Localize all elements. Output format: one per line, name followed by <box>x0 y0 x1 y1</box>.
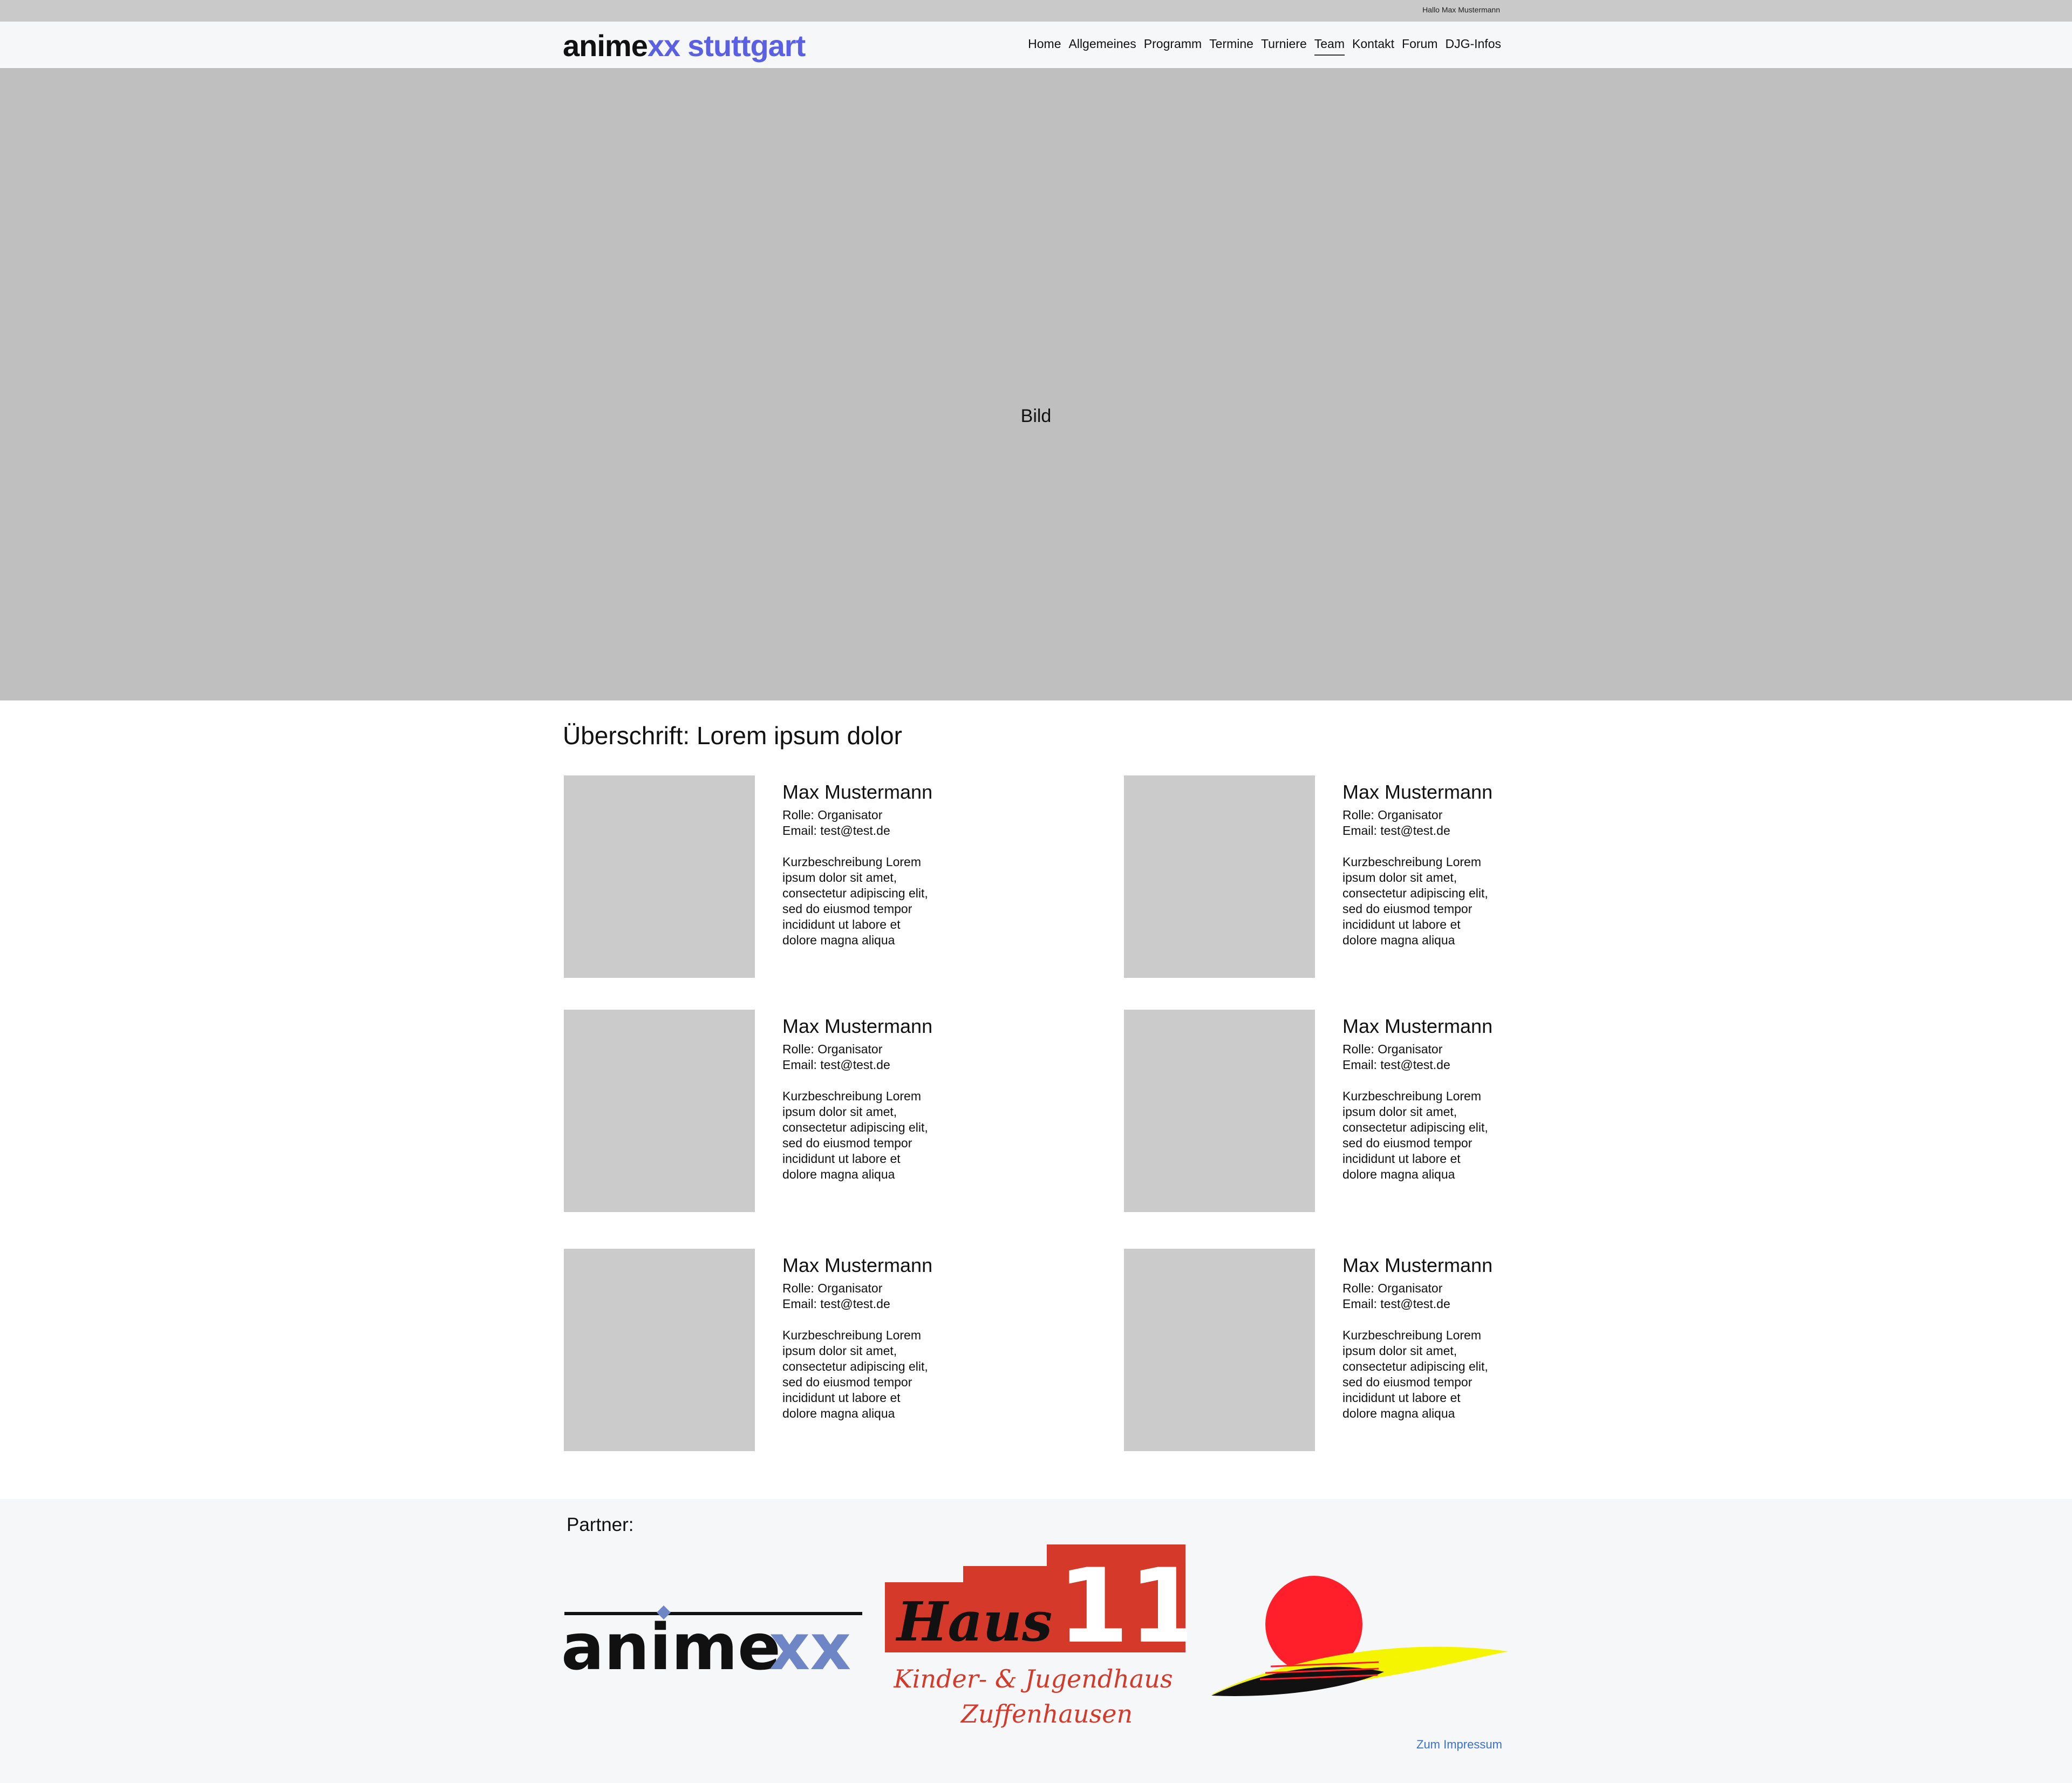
sun-logo-graphic <box>1211 1576 1508 1696</box>
nav-item-forum[interactable]: Forum <box>1402 37 1437 56</box>
impressum-link[interactable]: Zum Impressum <box>1416 1738 1502 1752</box>
member-role: Rolle: Organisator <box>1342 808 1443 822</box>
member-desc-line: dolore magna aliqua <box>1342 1167 1455 1181</box>
member-desc-line: sed do eiusmod tempor <box>1342 902 1473 916</box>
member-desc-line: Kurzbeschreibung Lorem <box>1342 855 1481 869</box>
member-desc-line: incididunt ut labore et <box>782 917 901 931</box>
member-photo-placeholder <box>1124 1010 1315 1212</box>
partner-logo-sun[interactable] <box>1206 1576 1508 1705</box>
nav-item-djg-infos[interactable]: DJG-Infos <box>1445 37 1501 56</box>
member-desc-line: Kurzbeschreibung Lorem <box>1342 1328 1481 1342</box>
page-heading: Überschrift: Lorem ipsum dolor <box>563 722 902 750</box>
animexx-logo-text: anime <box>561 1610 781 1681</box>
member-role: Rolle: Organisator <box>1342 1281 1443 1295</box>
nav-item-home[interactable]: Home <box>1028 37 1061 56</box>
member-card: Max Mustermann Rolle: Organisator Email:… <box>782 1254 950 1421</box>
member-name: Max Mustermann <box>782 1015 933 1037</box>
logo-text-city: stuttgart <box>687 29 806 63</box>
partner-label: Partner: <box>567 1514 634 1535</box>
member-desc-line: ipsum dolor sit amet, <box>782 1105 897 1119</box>
member-email: Email: test@test.de <box>782 1297 890 1311</box>
member-desc-line: consectetur adipiscing elit, <box>1342 1359 1488 1373</box>
animexx-logo-xx: xx <box>769 1610 851 1681</box>
member-role: Rolle: Organisator <box>782 808 883 822</box>
hero-image-placeholder: Bild <box>0 68 2072 700</box>
member-desc-line: sed do eiusmod tempor <box>782 1136 912 1150</box>
member-name: Max Mustermann <box>1342 781 1493 803</box>
member-desc-line: Kurzbeschreibung Lorem <box>782 855 921 869</box>
member-card: Max Mustermann Rolle: Organisator Email:… <box>782 780 950 948</box>
member-desc-line: sed do eiusmod tempor <box>782 1375 912 1389</box>
member-name: Max Mustermann <box>1342 1015 1493 1037</box>
user-greeting: Hallo Max Mustermann <box>1422 5 1500 14</box>
member-photo-placeholder <box>564 775 755 978</box>
nav-item-turniere[interactable]: Turniere <box>1261 37 1307 56</box>
haus11-number: 11 <box>1058 1547 1187 1666</box>
hero-label: Bild <box>1020 406 1052 426</box>
member-desc-line: sed do eiusmod tempor <box>1342 1136 1473 1150</box>
member-desc-line: dolore magna aliqua <box>782 1167 895 1181</box>
member-name: Max Mustermann <box>782 781 933 803</box>
member-desc-line: consectetur adipiscing elit, <box>782 1359 928 1373</box>
member-desc-line: incididunt ut labore et <box>782 1152 901 1166</box>
site-logo[interactable]: animexx stuttgart <box>563 28 806 63</box>
member-photo-placeholder <box>1124 775 1315 978</box>
nav-item-team[interactable]: Team <box>1314 37 1345 56</box>
animexx-logo-graphic: anime xx <box>561 1605 862 1684</box>
top-bar: Hallo Max Mustermann <box>0 0 2072 22</box>
logo-text-xx: xx <box>647 29 680 63</box>
member-desc-line: Kurzbeschreibung Lorem <box>782 1089 921 1103</box>
member-email: Email: test@test.de <box>782 824 890 838</box>
member-desc-line: incididunt ut labore et <box>1342 917 1461 931</box>
member-desc-line: dolore magna aliqua <box>1342 1406 1455 1420</box>
member-desc-line: consectetur adipiscing elit, <box>782 886 928 900</box>
member-desc-line: Kurzbeschreibung Lorem <box>782 1328 921 1342</box>
member-desc-line: consectetur adipiscing elit, <box>1342 886 1488 900</box>
member-photo-placeholder <box>1124 1249 1315 1451</box>
member-desc-line: ipsum dolor sit amet, <box>1342 870 1457 884</box>
member-desc-line: sed do eiusmod tempor <box>1342 1375 1473 1389</box>
member-card: Max Mustermann Rolle: Organisator Email:… <box>1342 780 1510 948</box>
member-photo-placeholder <box>564 1010 755 1212</box>
member-desc-line: ipsum dolor sit amet, <box>1342 1344 1457 1358</box>
member-role: Rolle: Organisator <box>782 1281 883 1295</box>
partner-logo-animexx[interactable]: anime xx <box>561 1605 863 1684</box>
member-desc-line: dolore magna aliqua <box>1342 933 1455 947</box>
haus11-logo-graphic: Haus 11 Kinder- & Jugendhaus Zuffenhause… <box>885 1544 1200 1728</box>
member-desc-line: incididunt ut labore et <box>1342 1391 1461 1405</box>
nav-item-kontakt[interactable]: Kontakt <box>1352 37 1394 56</box>
member-email: Email: test@test.de <box>782 1058 890 1072</box>
member-card: Max Mustermann Rolle: Organisator Email:… <box>782 1015 950 1182</box>
nav-item-termine[interactable]: Termine <box>1209 37 1253 56</box>
member-desc-line: ipsum dolor sit amet, <box>782 870 897 884</box>
main-nav: Home Allgemeines Programm Termine Turnie… <box>1028 37 1501 56</box>
haus11-line1: Kinder- & Jugendhaus <box>893 1664 1173 1693</box>
member-name: Max Mustermann <box>782 1254 933 1276</box>
member-desc-line: ipsum dolor sit amet, <box>1342 1105 1457 1119</box>
member-desc-line: consectetur adipiscing elit, <box>1342 1120 1488 1134</box>
member-desc-line: consectetur adipiscing elit, <box>782 1120 928 1134</box>
member-desc-line: sed do eiusmod tempor <box>782 902 912 916</box>
member-desc-line: dolore magna aliqua <box>782 1406 895 1420</box>
member-desc-line: dolore magna aliqua <box>782 933 895 947</box>
member-desc-line: incididunt ut labore et <box>782 1391 901 1405</box>
member-photo-placeholder <box>564 1249 755 1451</box>
member-email: Email: test@test.de <box>1342 1297 1450 1311</box>
member-desc-line: ipsum dolor sit amet, <box>782 1344 897 1358</box>
member-desc-line: Kurzbeschreibung Lorem <box>1342 1089 1481 1103</box>
member-desc-line: incididunt ut labore et <box>1342 1152 1461 1166</box>
partner-logo-haus11[interactable]: Haus 11 Kinder- & Jugendhaus Zuffenhause… <box>885 1544 1200 1736</box>
haus11-line2: Zuffenhausen <box>960 1699 1133 1728</box>
member-email: Email: test@test.de <box>1342 824 1450 838</box>
member-role: Rolle: Organisator <box>1342 1042 1443 1056</box>
nav-item-programm[interactable]: Programm <box>1144 37 1202 56</box>
logo-text-anime: anime <box>563 29 648 63</box>
member-role: Rolle: Organisator <box>782 1042 883 1056</box>
nav-item-allgemeines[interactable]: Allgemeines <box>1069 37 1136 56</box>
member-card: Max Mustermann Rolle: Organisator Email:… <box>1342 1015 1510 1182</box>
haus11-title: Haus <box>895 1590 1052 1653</box>
member-email: Email: test@test.de <box>1342 1058 1450 1072</box>
member-card: Max Mustermann Rolle: Organisator Email:… <box>1342 1254 1510 1421</box>
member-name: Max Mustermann <box>1342 1254 1493 1276</box>
